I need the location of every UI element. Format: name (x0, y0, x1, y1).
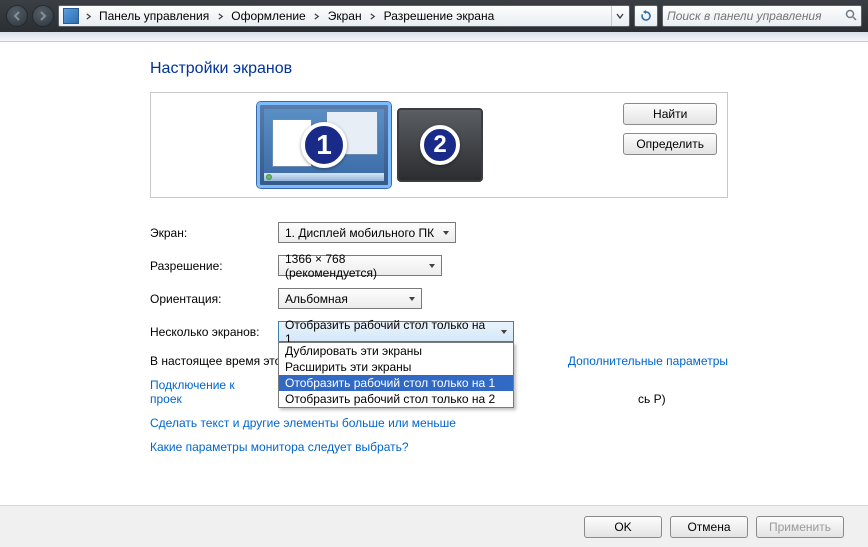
combo-value: 1. Дисплей мобильного ПК (285, 226, 434, 240)
chevron-right-icon[interactable] (213, 13, 227, 20)
arrow-left-icon (12, 11, 22, 21)
screen-label: Экран: (150, 226, 278, 240)
orientation-combobox[interactable]: Альбомная (278, 288, 422, 309)
control-panel-icon (63, 8, 79, 24)
advanced-settings-link[interactable]: Дополнительные параметры (568, 354, 728, 368)
breadcrumb-item[interactable]: Оформление (227, 6, 309, 26)
ok-button[interactable]: OK (584, 516, 662, 538)
main-display-status: В настоящее время это (150, 354, 281, 368)
multiple-displays-dropdown: Дублировать эти экраны Расширить эти экр… (278, 342, 514, 408)
nav-back-button[interactable] (6, 5, 28, 27)
search-icon (845, 9, 857, 24)
chevron-down-icon (616, 12, 624, 20)
search-input[interactable] (667, 9, 841, 23)
screen-combobox[interactable]: 1. Дисплей мобильного ПК (278, 222, 456, 243)
breadcrumb-item[interactable]: Разрешение экрана (380, 6, 499, 26)
breadcrumb-item[interactable]: Панель управления (95, 6, 213, 26)
which-monitor-link[interactable]: Какие параметры монитора следует выбрать… (150, 440, 728, 454)
address-bar: Панель управления Оформление Экран Разре… (0, 0, 868, 32)
dropdown-option[interactable]: Отобразить рабочий стол только на 2 (279, 391, 513, 407)
search-box[interactable] (662, 5, 862, 27)
chevron-down-icon (404, 289, 419, 308)
resolution-label: Разрешение: (150, 259, 278, 273)
combo-value: Альбомная (285, 292, 348, 306)
breadcrumb-dropdown-button[interactable] (611, 6, 627, 26)
projector-shortcut-fragment: сь Р) (638, 392, 666, 406)
monitor-preview: 1 2 Найти Определить (150, 92, 728, 198)
multiple-displays-combobox[interactable]: Отобразить рабочий стол только на 1 Дубл… (278, 321, 514, 342)
apply-button[interactable]: Применить (756, 516, 844, 538)
cancel-button[interactable]: Отмена (670, 516, 748, 538)
toolbar-strip (0, 32, 868, 42)
monitor-2[interactable]: 2 (397, 108, 483, 182)
monitor-number: 2 (420, 125, 460, 165)
chevron-down-icon (496, 322, 511, 341)
breadcrumb-item[interactable]: Экран (324, 6, 366, 26)
chevron-down-icon (424, 256, 439, 275)
projector-link[interactable]: Подключение к проек (150, 378, 235, 406)
refresh-icon (640, 10, 652, 22)
chevron-right-icon[interactable] (81, 13, 95, 20)
identify-button[interactable]: Определить (623, 133, 717, 155)
dropdown-option[interactable]: Расширить эти экраны (279, 359, 513, 375)
text-size-link[interactable]: Сделать текст и другие элементы больше и… (150, 416, 728, 430)
arrow-right-icon (38, 11, 48, 21)
monitor-1[interactable]: 1 (257, 102, 391, 188)
combo-value: 1366 × 768 (рекомендуется) (285, 252, 423, 280)
refresh-button[interactable] (634, 5, 658, 27)
dropdown-option[interactable]: Отобразить рабочий стол только на 1 (279, 375, 513, 391)
detect-button[interactable]: Найти (623, 103, 717, 125)
monitor-number: 1 (301, 122, 347, 168)
chevron-down-icon (438, 223, 453, 242)
page-content: Настройки экранов 1 2 Найти Определить Э… (0, 42, 868, 505)
resolution-combobox[interactable]: 1366 × 768 (рекомендуется) (278, 255, 442, 276)
multiple-displays-label: Несколько экранов: (150, 325, 278, 339)
dropdown-option[interactable]: Дублировать эти экраны (279, 343, 513, 359)
dialog-footer: OK Отмена Применить (0, 505, 868, 547)
settings-form: Экран: 1. Дисплей мобильного ПК Разрешен… (150, 222, 728, 454)
breadcrumb[interactable]: Панель управления Оформление Экран Разре… (58, 5, 630, 27)
page-title: Настройки экранов (150, 60, 868, 78)
chevron-right-icon[interactable] (366, 13, 380, 20)
nav-forward-button[interactable] (32, 5, 54, 27)
chevron-right-icon[interactable] (310, 13, 324, 20)
orientation-label: Ориентация: (150, 292, 278, 306)
